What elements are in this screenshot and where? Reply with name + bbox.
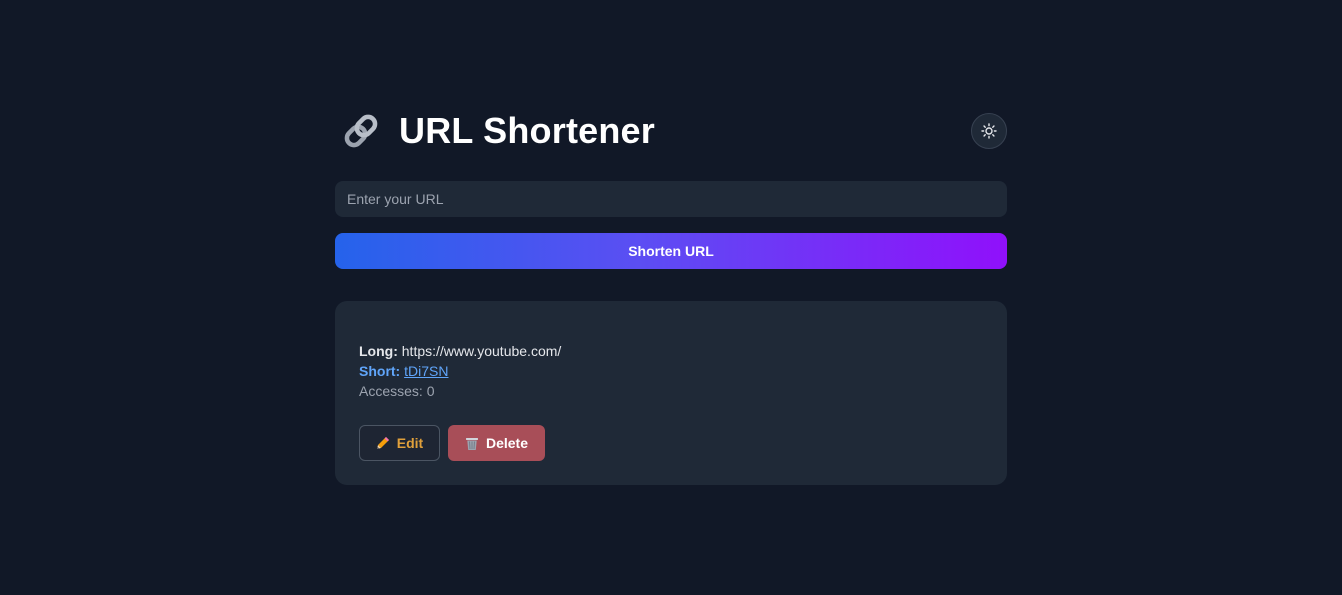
accesses-line: Accesses: 0 — [359, 381, 983, 401]
accesses-label: Accesses: — [359, 383, 423, 399]
short-url-line: Short: tDi7SN — [359, 361, 983, 381]
delete-button[interactable]: Delete — [448, 425, 545, 461]
sun-icon — [981, 123, 997, 139]
shorten-url-button[interactable]: Shorten URL — [335, 233, 1007, 269]
long-url-line: Long: https://www.youtube.com/ — [359, 341, 983, 361]
edit-button[interactable]: Edit — [359, 425, 440, 461]
header: URL Shortener — [335, 108, 1007, 154]
app-container: URL Shortener Enter your URL Shorten URL… — [335, 108, 1007, 485]
edit-label: Edit — [396, 435, 424, 451]
page-title-text: URL Shortener — [399, 110, 655, 151]
link-icon — [339, 109, 383, 153]
short-label: Short: — [359, 363, 401, 379]
trash-icon — [465, 436, 479, 451]
delete-label: Delete — [485, 435, 529, 451]
link-card: Long: https://www.youtube.com/ Short: tD… — [335, 301, 1007, 485]
pencil-icon — [376, 436, 390, 450]
theme-toggle-button[interactable] — [971, 113, 1007, 149]
long-url-value: https://www.youtube.com/ — [401, 343, 562, 359]
card-actions: Edit Delete — [359, 425, 983, 461]
url-input[interactable] — [335, 181, 1007, 217]
long-label: Long: — [359, 343, 398, 359]
page-title: URL Shortener — [335, 109, 655, 153]
accesses-count: 0 — [426, 383, 435, 399]
short-url-link[interactable]: tDi7SN — [404, 363, 448, 379]
